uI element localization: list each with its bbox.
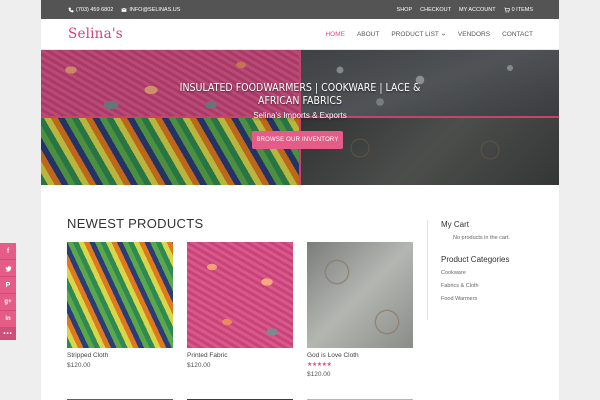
twitter-bird-glyph [4, 265, 11, 272]
top-link-shop[interactable]: SHOP [397, 7, 413, 13]
email-address: INFO@SELINAS.US [129, 6, 181, 13]
facebook-icon[interactable]: f [0, 243, 16, 260]
product-image[interactable] [67, 242, 173, 348]
top-bar: (703) 459 6802 INFO@SELINAS.US SHOP CHEC… [41, 0, 559, 19]
category-link-fabrics[interactable]: Fabrics & Cloth [441, 283, 537, 289]
product-card[interactable]: Printed Fabric $120.00 [187, 242, 293, 378]
cart-link[interactable]: 0 ITEMS [503, 6, 533, 13]
nav-product-list-label: PRODUCT LIST [391, 30, 439, 38]
section-title: NEWEST PRODUCTS [67, 216, 204, 231]
envelope-icon [121, 7, 127, 12]
product-image[interactable] [307, 242, 413, 348]
chevron-down-icon [441, 33, 446, 36]
page: (703) 459 6802 INFO@SELINAS.US SHOP CHEC… [41, 0, 559, 400]
pinterest-icon[interactable]: P [0, 277, 16, 294]
product-price: $120.00 [67, 362, 91, 369]
my-cart-title: My Cart [441, 220, 469, 229]
social-share-bar: f P g+ in ••• [0, 243, 16, 340]
nav-home-label: HOME [325, 30, 345, 38]
newest-products-section: NEWEST PRODUCTS Stripped Cloth $120.00 P… [67, 216, 413, 400]
phone-icon [68, 7, 74, 12]
site-logo[interactable]: Selina's [68, 26, 123, 42]
hero-divider-vertical [299, 50, 301, 185]
more-icon[interactable]: ••• [0, 328, 16, 340]
category-link-food-warmers[interactable]: Food Warmers [441, 296, 537, 302]
nav-home[interactable]: HOME [325, 31, 345, 38]
nav-vendors[interactable]: VENDORS [458, 31, 490, 38]
phone-link[interactable]: (703) 459 6802 [68, 7, 113, 13]
email-link[interactable]: INFO@SELINAS.US [121, 7, 180, 13]
sidebar: My Cart No products in the cart. Product… [427, 220, 537, 320]
nav-contact[interactable]: CONTACT [502, 31, 533, 38]
product-card[interactable]: Stripped Cloth $120.00 [67, 242, 173, 378]
nav-contact-label: CONTACT [502, 30, 533, 38]
star-rating: ★★★★★ [307, 362, 332, 368]
product-price: $120.00 [187, 362, 211, 369]
nav-about[interactable]: ABOUT [357, 31, 379, 38]
shopping-cart-icon [503, 7, 510, 13]
product-grid: Stripped Cloth $120.00 Printed Fabric $1… [67, 242, 413, 378]
cart-count: 0 ITEMS [511, 6, 533, 13]
top-link-my-account[interactable]: MY ACCOUNT [459, 7, 496, 13]
phone-number: (703) 459 6802 [76, 6, 114, 13]
category-link-cookware[interactable]: Cookware [441, 270, 537, 276]
product-name[interactable]: Stripped Cloth [67, 352, 173, 359]
product-name[interactable]: Printed Fabric [187, 352, 293, 359]
product-name[interactable]: God is Love Cloth [307, 352, 413, 359]
twitter-icon[interactable] [0, 260, 16, 277]
hero-banner [41, 50, 559, 185]
cart-empty-message: No products in the cart. [453, 235, 510, 241]
linkedin-icon[interactable]: in [0, 311, 16, 328]
nav-vendors-label: VENDORS [457, 30, 491, 38]
product-card[interactable]: God is Love Cloth ★★★★★ $120.00 [307, 242, 413, 378]
product-categories-title: Product Categories [441, 255, 510, 264]
main-nav: HOME ABOUT PRODUCT LIST VENDORS CONTACT [325, 31, 533, 38]
nav-about-label: ABOUT [356, 30, 380, 38]
product-price: $120.00 [307, 371, 331, 378]
google-plus-icon[interactable]: g+ [0, 294, 16, 311]
product-image[interactable] [187, 242, 293, 348]
top-link-checkout[interactable]: CHECKOUT [420, 7, 451, 13]
main-header: Selina's HOME ABOUT PRODUCT LIST VENDORS… [41, 19, 559, 50]
nav-product-list[interactable]: PRODUCT LIST [391, 31, 446, 38]
